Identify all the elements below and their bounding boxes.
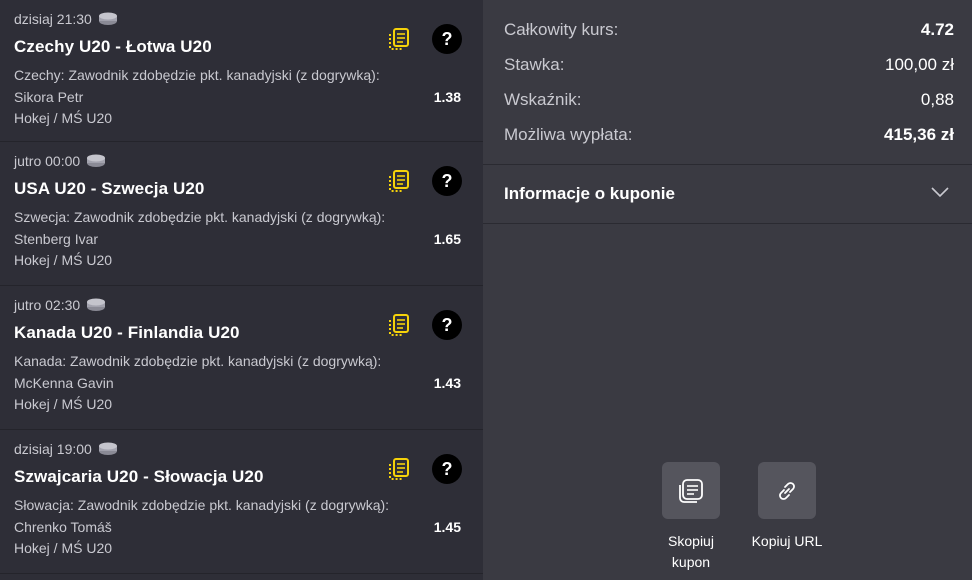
- event-selection: McKenna Gavin: [14, 375, 114, 391]
- payout-label: Możliwa wypłata:: [504, 125, 633, 144]
- total-odds-row: Całkowity kurs: 4.72: [504, 20, 954, 40]
- copy-yellow-icon[interactable]: [387, 457, 411, 481]
- ice-hockey-puck-icon: [87, 154, 106, 167]
- copy-url-label: Kopiuj URL: [751, 533, 823, 549]
- event-odds: 1.45: [433, 519, 461, 535]
- copy-yellow-icon[interactable]: [387, 27, 411, 51]
- event-time-row: dzisiaj 21:30: [14, 11, 118, 27]
- coupon-summary: Całkowity kurs: 4.72 Stawka: 100,00 zł W…: [483, 0, 972, 165]
- coupon-summary-panel: Całkowity kurs: 4.72 Stawka: 100,00 zł W…: [483, 0, 972, 580]
- coupon-view: dzisiaj 21:30 Czechy U20 - Łotwa U20 Cze…: [0, 0, 972, 580]
- ice-hockey-puck-icon: [87, 298, 106, 311]
- total-odds-label: Całkowity kurs:: [504, 20, 619, 39]
- copy-yellow-icon[interactable]: [387, 169, 411, 193]
- copy-url-button[interactable]: Kopiuj URL: [747, 462, 827, 573]
- stake-label: Stawka:: [504, 55, 565, 74]
- copy-coupon-label: Skopiuj kupon: [668, 533, 714, 570]
- event-league: Hokej / MŚ U20: [14, 396, 113, 412]
- coupon-actions: Skopiuj kupon Kopiuj URL: [651, 462, 827, 573]
- question-icon[interactable]: ?: [432, 310, 462, 340]
- event-item[interactable]: jutro 02:30 Kanada U20 - Finlandia U20 K…: [0, 286, 483, 430]
- event-title: Szwajcaria U20 - Słowacja U20: [14, 467, 264, 486]
- event-league: Hokej / MŚ U20: [14, 110, 113, 126]
- question-icon[interactable]: ?: [432, 24, 462, 54]
- indicator-label: Wskaźnik:: [504, 90, 582, 109]
- coupon-copy-icon: [679, 478, 703, 503]
- stake-value: 100,00 zł: [885, 55, 954, 74]
- event-time-row: jutro 02:30: [14, 297, 106, 313]
- event-time: dzisiaj 19:00: [14, 441, 92, 457]
- indicator-row: Wskaźnik: 0,88: [504, 90, 954, 110]
- coupon-info-label: Informacje o kuponie: [504, 184, 675, 203]
- stake-row: Stawka: 100,00 zł: [504, 55, 954, 75]
- event-title: USA U20 - Szwecja U20: [14, 179, 205, 198]
- event-time: dzisiaj 21:30: [14, 11, 92, 27]
- question-icon[interactable]: ?: [432, 166, 462, 196]
- event-odds: 1.43: [433, 375, 461, 391]
- coupon-info-toggle[interactable]: Informacje o kuponie: [483, 165, 972, 224]
- ice-hockey-puck-icon: [98, 12, 117, 25]
- copy-coupon-button-box[interactable]: [662, 462, 720, 519]
- payout-row: Możliwa wypłata: 415,36 zł: [504, 125, 954, 145]
- event-time: jutro 00:00: [14, 153, 81, 169]
- event-odds: 1.65: [433, 231, 461, 247]
- event-time-row: dzisiaj 19:00: [14, 441, 118, 457]
- event-title: Kanada U20 - Finlandia U20: [14, 323, 240, 342]
- event-odds: 1.38: [433, 89, 461, 105]
- copy-yellow-icon[interactable]: [387, 313, 411, 337]
- event-title: Czechy U20 - Łotwa U20: [14, 37, 212, 56]
- event-list: dzisiaj 21:30 Czechy U20 - Łotwa U20 Cze…: [0, 0, 483, 580]
- event-market: Szwecja: Zawodnik zdobędzie pkt. kanadyj…: [14, 209, 386, 225]
- total-odds-value: 4.72: [920, 20, 954, 39]
- copy-url-button-box[interactable]: [758, 462, 816, 519]
- event-market: Czechy: Zawodnik zdobędzie pkt. kanadyjs…: [14, 67, 380, 83]
- event-time: jutro 02:30: [14, 297, 81, 313]
- event-selection: Chrenko Tomáš: [14, 519, 112, 535]
- question-icon[interactable]: ?: [432, 454, 462, 484]
- event-league: Hokej / MŚ U20: [14, 252, 113, 268]
- event-item[interactable]: jutro 00:00 USA U20 - Szwecja U20 Szwecj…: [0, 142, 483, 286]
- event-selection: Stenberg Ivar: [14, 231, 99, 247]
- event-item[interactable]: dzisiaj 21:30 Czechy U20 - Łotwa U20 Cze…: [0, 0, 483, 142]
- event-item[interactable]: dzisiaj 19:00 Szwajcaria U20 - Słowacja …: [0, 430, 483, 574]
- event-league: Hokej / MŚ U20: [14, 540, 113, 556]
- link-icon: [779, 481, 795, 500]
- event-time-row: jutro 00:00: [14, 153, 106, 169]
- indicator-value: 0,88: [920, 90, 954, 109]
- payout-value: 415,36 zł: [884, 125, 954, 144]
- chevron-down-icon: [931, 187, 949, 198]
- ice-hockey-puck-icon: [98, 442, 117, 455]
- event-selection: Sikora Petr: [14, 89, 84, 105]
- copy-coupon-button[interactable]: Skopiuj kupon: [651, 462, 731, 573]
- event-market: Kanada: Zawodnik zdobędzie pkt. kanadyjs…: [14, 353, 382, 369]
- event-market: Słowacja: Zawodnik zdobędzie pkt. kanady…: [14, 497, 390, 513]
